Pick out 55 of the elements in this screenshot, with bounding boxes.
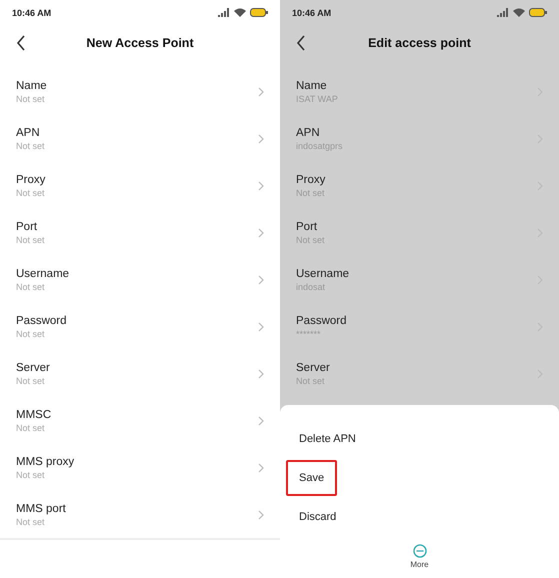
field-value: Not set (16, 328, 46, 338)
field-label[interactable]: Password (296, 314, 346, 326)
field-label[interactable]: Name (296, 80, 338, 92)
chevron-icon (258, 134, 264, 144)
field-label[interactable]: Username (296, 268, 350, 280)
more-icon[interactable] (412, 544, 426, 558)
screen-title: Edit access point (368, 36, 471, 50)
field-value: ******* (296, 328, 322, 338)
chevron-icon (258, 510, 264, 520)
battery-icon (250, 8, 268, 17)
field-label[interactable]: MMS port (16, 502, 66, 514)
field-label[interactable]: MMSC (16, 408, 52, 420)
field-label[interactable]: Port (296, 220, 325, 232)
chevron-icon (258, 274, 264, 284)
field-label[interactable]: Server (16, 362, 50, 374)
field-value: Not set (16, 188, 46, 198)
menu-item[interactable]: Save (286, 460, 338, 496)
back-icon[interactable] (16, 35, 26, 51)
status-time: 10:46 AM (292, 8, 332, 18)
field-label[interactable]: Port (16, 220, 45, 232)
field-value: Not set (16, 516, 46, 526)
wifi-icon (513, 8, 525, 17)
chevron-icon (258, 416, 264, 426)
chevron-icon (258, 228, 264, 238)
battery-icon (529, 8, 547, 17)
signal-icon (497, 8, 509, 17)
menu-item[interactable]: Delete APN (286, 420, 369, 456)
field-value: Not set (16, 376, 46, 386)
signal-icon (218, 8, 230, 17)
field-label[interactable]: Name (16, 80, 47, 92)
field-label[interactable]: MMS proxy (16, 456, 74, 468)
back-icon[interactable] (296, 35, 306, 51)
field-label[interactable]: Proxy (16, 174, 46, 186)
more-label[interactable]: More (410, 560, 429, 569)
field-value: Not set (16, 470, 46, 480)
chevron-icon (258, 86, 264, 96)
field-value: Not set (16, 422, 46, 432)
field-label[interactable]: Server (296, 362, 330, 374)
field-label[interactable]: Username (16, 268, 70, 280)
chevron-icon (258, 368, 264, 378)
field-value: Not set (16, 282, 46, 292)
field-value: Not set (16, 234, 45, 244)
chevron-icon (258, 462, 264, 472)
screen-title: New Access Point (86, 36, 194, 50)
wifi-icon (234, 8, 246, 17)
field-label[interactable]: Proxy (296, 174, 326, 186)
field-label[interactable]: Password (16, 314, 66, 326)
menu-item[interactable]: Discard (286, 498, 350, 534)
field-label[interactable]: APN (16, 126, 45, 138)
chevron-icon (258, 322, 264, 332)
field-label[interactable]: APN (296, 126, 343, 138)
field-value: Not set (16, 140, 45, 150)
chevron-icon (258, 180, 264, 190)
field-value: Not set (16, 94, 46, 104)
status-time: 10:46 AM (12, 8, 52, 18)
